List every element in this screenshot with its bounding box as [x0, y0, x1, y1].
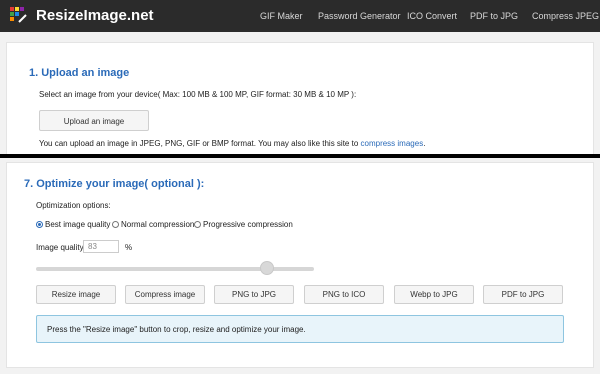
upload-note-text: You can upload an image in JPEG, PNG, GI… [39, 139, 361, 148]
upload-image-button[interactable]: Upload an image [39, 110, 149, 131]
resize-image-button[interactable]: Resize image [36, 285, 116, 304]
image-quality-slider-thumb[interactable] [260, 261, 274, 275]
top-navigation-bar: ResizeImage.net GIF Maker Password Gener… [0, 0, 600, 32]
upload-format-note: You can upload an image in JPEG, PNG, GI… [39, 139, 425, 148]
pdf-to-jpg-button[interactable]: PDF to JPG [483, 285, 563, 304]
webp-to-jpg-button[interactable]: Webp to JPG [394, 285, 474, 304]
resizeimage-logo-icon[interactable] [8, 4, 30, 26]
compress-images-link[interactable]: compress images [361, 139, 424, 148]
upload-section-title: 1. Upload an image [29, 67, 130, 79]
nav-link-compress-jpeg[interactable]: Compress JPEG [532, 11, 599, 21]
image-quality-unit: % [125, 243, 133, 252]
upload-instruction: Select an image from your device( Max: 1… [39, 90, 357, 99]
normal-compression-radio[interactable] [112, 221, 119, 228]
image-quality-label: Image quality: [36, 243, 86, 252]
optimize-section-title: 7. Optimize your image( optional ): [24, 178, 205, 190]
progressive-compression-radio[interactable] [194, 221, 201, 228]
info-message-text: Press the "Resize image" button to crop,… [47, 325, 306, 334]
compress-image-button[interactable]: Compress image [125, 285, 205, 304]
normal-compression-label[interactable]: Normal compression [121, 220, 194, 229]
png-to-ico-button[interactable]: PNG to ICO [304, 285, 384, 304]
optimization-options-label: Optimization options: [36, 201, 111, 210]
progressive-compression-label[interactable]: Progressive compression [203, 220, 293, 229]
nav-link-pdf-to-jpg[interactable]: PDF to JPG [470, 11, 518, 21]
upload-note-suffix: . [423, 139, 426, 148]
best-quality-label[interactable]: Best image quality [45, 220, 110, 229]
optimize-section: 7. Optimize your image( optional ): Opti… [6, 162, 594, 368]
info-message-box: Press the "Resize image" button to crop,… [36, 315, 564, 343]
section-divider [0, 154, 600, 158]
image-quality-input[interactable]: 83 [83, 240, 119, 253]
nav-link-ico-convert[interactable]: ICO Convert [407, 11, 457, 21]
nav-link-gif-maker[interactable]: GIF Maker [260, 11, 303, 21]
png-to-jpg-button[interactable]: PNG to JPG [214, 285, 294, 304]
nav-link-password-generator[interactable]: Password Generator [318, 11, 401, 21]
brand-name[interactable]: ResizeImage.net [36, 7, 154, 24]
upload-section: 1. Upload an image Select an image from … [6, 42, 594, 158]
best-quality-radio[interactable] [36, 221, 43, 228]
